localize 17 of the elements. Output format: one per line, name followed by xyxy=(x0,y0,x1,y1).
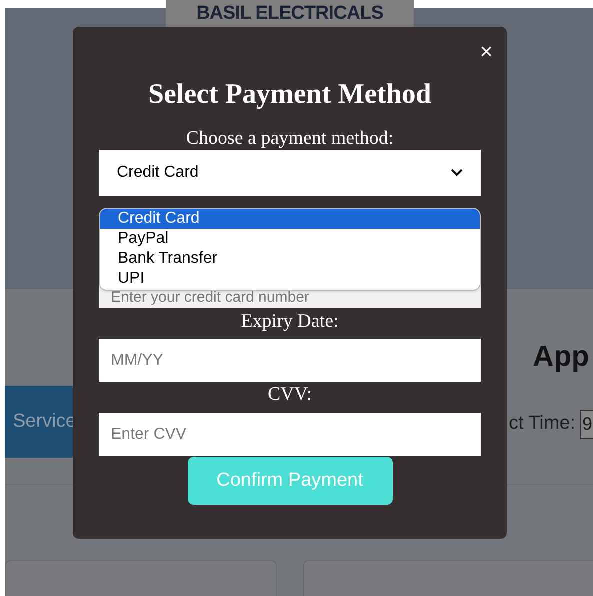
dropdown-option[interactable]: Bank Transfer xyxy=(100,249,480,269)
modal-title: Select Payment Method xyxy=(148,78,432,112)
dropdown-option[interactable]: UPI xyxy=(100,269,480,289)
heading: App xyxy=(533,340,590,375)
time-label: ct Time: xyxy=(509,412,576,436)
field-label: Expiry Date: xyxy=(241,310,339,334)
chevron-down-icon xyxy=(451,169,463,177)
close-button[interactable]: × xyxy=(480,40,493,64)
field-label: CVV: xyxy=(268,383,312,407)
dropdown-option[interactable]: Credit Card xyxy=(100,209,480,229)
time-select[interactable]: 9 xyxy=(580,410,593,439)
cvv-field[interactable]: Enter CVV xyxy=(99,413,481,456)
dropdown-option[interactable]: PayPal xyxy=(100,229,480,249)
logo-text: BASIL ELECTRICALS xyxy=(196,2,384,26)
field-label: Choose a payment method: xyxy=(186,128,394,150)
expiry-date-field[interactable]: MM/YY xyxy=(99,339,481,382)
payment-method-select[interactable]: Credit Card xyxy=(99,150,481,196)
